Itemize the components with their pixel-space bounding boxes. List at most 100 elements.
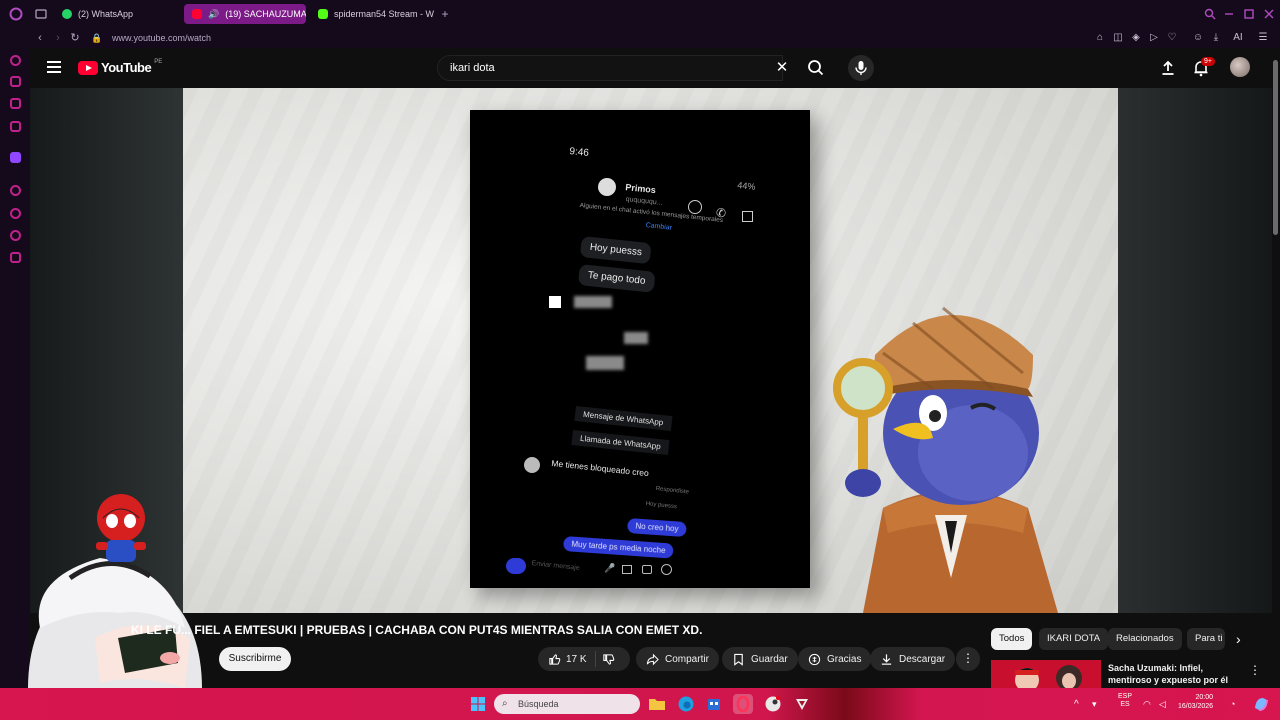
opera-menu-icon[interactable] <box>9 7 23 21</box>
search-input[interactable]: ikari dota ✕ <box>437 55 788 81</box>
subscribe-button[interactable]: Suscribirme <box>219 647 291 671</box>
outgoing-bubble: Muy tarde ps media noche <box>562 536 675 559</box>
blocked-message: Me tienes bloqueado creo <box>550 458 650 479</box>
file-explorer-icon[interactable] <box>647 694 667 714</box>
windows-icon <box>471 697 485 711</box>
chip-relacionados[interactable]: Relacionados <box>1108 628 1182 650</box>
maximize-icon[interactable] <box>1242 7 1256 21</box>
copilot-icon[interactable] <box>1251 694 1271 714</box>
more-actions-button[interactable]: ⋮ <box>956 647 980 671</box>
tray-app-icon[interactable]: ▾ <box>1092 694 1108 714</box>
instagram-icon[interactable] <box>10 121 21 132</box>
country-code: PE <box>154 58 163 65</box>
start-button[interactable] <box>468 694 488 714</box>
thanks-button[interactable]: Gracias <box>798 647 872 671</box>
wifi-icon[interactable]: ◠ <box>1143 694 1157 714</box>
youtube-icon <box>192 9 202 19</box>
create-button[interactable] <box>1159 59 1177 77</box>
search-tabs-icon[interactable] <box>1203 7 1217 21</box>
store-icon[interactable] <box>704 694 724 714</box>
bookmark-pin-icon[interactable]: ⌂ <box>1093 31 1107 45</box>
video-call-icon <box>742 211 753 222</box>
video-player[interactable]: 9:46 44% Primos ququququ... ✆ Alguien en… <box>30 88 1272 613</box>
taskbar-search[interactable]: ⌕ Búsqueda <box>494 694 640 714</box>
twitch-icon[interactable] <box>10 152 21 163</box>
search-button[interactable] <box>801 55 831 81</box>
chevron-right-icon[interactable]: › <box>1236 632 1241 646</box>
minimize-icon[interactable] <box>1222 7 1236 21</box>
recommended-thumbnail[interactable] <box>991 660 1101 688</box>
clock-time: 20:00 <box>1195 694 1214 701</box>
settings-icon[interactable] <box>10 252 21 263</box>
sticker-icon <box>642 565 652 574</box>
ai-label: AI <box>1233 32 1243 43</box>
save-button[interactable]: Guardar <box>722 647 798 671</box>
volume-icon[interactable]: ◁ <box>1159 694 1173 714</box>
tab-islands-icon[interactable] <box>34 7 48 21</box>
aria-ai-button[interactable]: AI <box>1228 31 1248 45</box>
language-indicator[interactable]: ESP ES <box>1118 693 1132 709</box>
back-icon[interactable]: ‹ <box>33 31 47 45</box>
messenger-icon[interactable] <box>10 76 21 87</box>
super-thanks-icon <box>808 653 821 665</box>
pinboard-icon[interactable] <box>10 185 21 196</box>
share-icon <box>646 653 659 665</box>
tab-label: (19) SACHAUZUMAKI <box>225 9 306 19</box>
phone-battery: 44% <box>736 180 756 192</box>
aria-icon[interactable] <box>10 55 21 66</box>
contact-sub: ququququ... <box>625 196 663 207</box>
recommended-more-icon[interactable]: ⋮ <box>1249 663 1261 677</box>
shield-icon[interactable]: ◈ <box>1129 31 1143 45</box>
chat-icon[interactable] <box>10 98 21 109</box>
incoming-bubble: Te pago todo <box>577 264 656 293</box>
tab-whatsapp[interactable]: (2) WhatsApp <box>54 4 180 24</box>
game-app-icon[interactable] <box>792 694 812 714</box>
reload-icon[interactable]: ↻ <box>68 31 82 45</box>
close-icon[interactable] <box>1262 7 1276 21</box>
download-icon[interactable]: ⤓ <box>1209 31 1223 45</box>
search-icon <box>808 60 824 76</box>
avatar[interactable] <box>1230 57 1250 77</box>
browser-tab-bar: (2) WhatsApp 🔊 (19) SACHAUZUMAKI spiderm… <box>0 0 1280 28</box>
snapshot-icon[interactable]: ◫ <box>1111 31 1125 45</box>
opera-gx-taskbar-icon[interactable] <box>733 694 753 714</box>
profile-icon[interactable]: ☺ <box>1191 31 1205 45</box>
play-icon[interactable]: ▷ <box>1147 31 1161 45</box>
chip-ikari-dota[interactable]: IKARI DOTA <box>1039 628 1109 650</box>
chip-para-ti[interactable]: Para ti <box>1187 628 1225 650</box>
download-icon <box>881 653 892 665</box>
edge-icon[interactable] <box>676 694 696 714</box>
clear-search-icon[interactable]: ✕ <box>774 60 790 76</box>
tab-youtube[interactable]: 🔊 (19) SACHAUZUMAKI <box>184 4 306 24</box>
steam-icon[interactable] <box>763 694 783 714</box>
speaker-icon[interactable]: 🔊 <box>208 9 219 20</box>
download-button[interactable]: Descargar <box>870 647 956 671</box>
like-button[interactable]: 17 K <box>548 653 587 666</box>
notification-center-icon[interactable]: ◔ <box>1230 694 1244 714</box>
new-tab-button[interactable]: + <box>438 7 452 21</box>
chevron-up-icon[interactable]: ^ <box>1070 694 1086 714</box>
extensions-icon[interactable] <box>10 230 21 241</box>
lock-icon[interactable]: 🔒 <box>90 31 104 45</box>
system-clock[interactable]: 20:00 16/03/2026 <box>1178 693 1213 711</box>
tab-kick[interactable]: spiderman54 Stream - Wa <box>310 4 434 24</box>
chip-todos[interactable]: Todos <box>991 628 1033 650</box>
menu-icon[interactable] <box>47 61 61 73</box>
youtube-logo[interactable]: YouTube PE <box>78 58 163 75</box>
reply-label: Respondiste <box>655 486 690 496</box>
streamer-chibi-avatar <box>28 494 202 720</box>
easy-setup-icon[interactable]: ☰ <box>1256 31 1270 45</box>
forward-icon[interactable]: › <box>51 31 65 45</box>
share-button[interactable]: Compartir <box>636 647 719 671</box>
heart-icon[interactable]: ♡ <box>1165 31 1179 45</box>
voice-search-button[interactable] <box>848 55 874 81</box>
url-field[interactable]: www.youtube.com/watch <box>112 31 211 45</box>
thumbnail-art <box>991 660 1101 688</box>
like-count: 17 K <box>566 653 587 665</box>
dislike-button[interactable] <box>602 653 615 666</box>
divider <box>594 651 596 667</box>
gallery-icon <box>622 565 632 574</box>
reply-avatar <box>524 457 540 473</box>
history-icon[interactable] <box>10 208 21 219</box>
scrollbar-thumb[interactable] <box>1273 60 1278 235</box>
